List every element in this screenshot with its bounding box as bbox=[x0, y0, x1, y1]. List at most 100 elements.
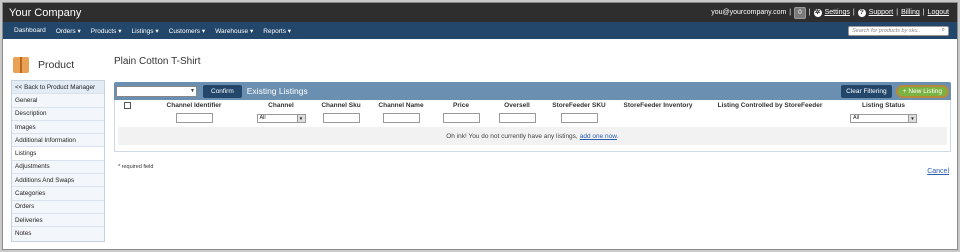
col-channel[interactable]: Channel bbox=[252, 102, 310, 109]
divider: | bbox=[896, 9, 899, 16]
col-channel-name[interactable]: Channel Name bbox=[372, 102, 430, 109]
storefeeder-sku-filter[interactable] bbox=[560, 113, 598, 123]
sidebar-item-notes[interactable]: Notes bbox=[12, 227, 104, 241]
chevron-down-icon: ▼ bbox=[908, 114, 916, 122]
product-search: ⌕ bbox=[848, 25, 949, 36]
gear-icon[interactable]: ✲ bbox=[813, 8, 822, 17]
new-listing-button[interactable]: + New Listing bbox=[895, 84, 949, 98]
nav-menu: Dashboard Orders ▾ Products ▾ Listings ▾… bbox=[9, 27, 296, 35]
filter-cell bbox=[542, 113, 616, 123]
filter-cell: All ▼ bbox=[252, 113, 310, 123]
add-one-now-link[interactable]: add one now bbox=[580, 133, 617, 140]
filter-cell bbox=[372, 113, 430, 123]
divider: | bbox=[808, 9, 811, 16]
col-oversell[interactable]: Oversell bbox=[492, 102, 542, 109]
sidebar-item-deliveries[interactable]: Deliveries bbox=[12, 213, 104, 228]
sidebar-item-categories[interactable]: Categories bbox=[12, 187, 104, 201]
nav-label: Orders bbox=[55, 27, 76, 35]
oversell-filter[interactable] bbox=[498, 113, 536, 123]
caret-down-icon: ▾ bbox=[155, 27, 159, 35]
col-price[interactable]: Price bbox=[430, 102, 492, 109]
channel-sku-filter[interactable] bbox=[322, 113, 360, 123]
notification-badge[interactable]: 0 bbox=[794, 6, 806, 19]
user-email: you@yourcompany.com bbox=[711, 9, 787, 16]
sidebar-title: Product bbox=[38, 59, 75, 71]
filter-cell bbox=[430, 113, 492, 123]
sidebar-item-general[interactable]: General bbox=[12, 94, 104, 108]
empty-state-row: Oh ink! You do not currently have any li… bbox=[118, 127, 947, 145]
grid-filter-row: All ▼ All ▼ bbox=[118, 111, 947, 125]
confirm-button[interactable]: Confirm bbox=[203, 84, 242, 98]
price-filter[interactable] bbox=[442, 113, 480, 123]
caret-down-icon: ▾ bbox=[77, 27, 81, 35]
nav-label: Warehouse bbox=[215, 27, 249, 35]
caret-down-icon: ▾ bbox=[201, 27, 206, 35]
col-channel-identifier[interactable]: Channel Identifier bbox=[136, 102, 252, 109]
billing-link[interactable]: Billing bbox=[901, 9, 920, 16]
toolbar-right: Clear Filtering + New Listing bbox=[841, 84, 949, 98]
sidebar-item-additional-information[interactable]: Additional Information bbox=[12, 134, 104, 148]
nav-label: Listings bbox=[131, 27, 154, 35]
product-box-icon bbox=[13, 57, 29, 73]
bulk-action-select[interactable] bbox=[116, 85, 197, 97]
nav-item-customers[interactable]: Customers ▾ bbox=[164, 27, 211, 35]
new-listing-label: New Listing bbox=[908, 87, 942, 95]
listing-status-filter-select[interactable]: All ▼ bbox=[850, 113, 917, 123]
caret-down-icon: ▾ bbox=[118, 27, 122, 35]
toolbar-left: Confirm Existing Listings bbox=[116, 84, 308, 98]
user-utility-bar: you@yourcompany.com | 0 | ✲ Settings | ?… bbox=[711, 6, 949, 19]
plus-icon: + bbox=[902, 87, 907, 95]
col-listing-controlled[interactable]: Listing Controlled by StoreFeeder bbox=[700, 102, 840, 109]
product-sidebar: Product << Back to Product Manager Gener… bbox=[11, 55, 105, 242]
page-title: Plain Cotton T-Shirt bbox=[114, 56, 201, 67]
nav-label: Reports bbox=[263, 27, 286, 35]
clear-filtering-button[interactable]: Clear Filtering bbox=[841, 84, 892, 98]
required-field-note: * required field bbox=[118, 164, 154, 170]
nav-item-orders[interactable]: Orders ▾ bbox=[51, 27, 86, 35]
app-window: Your Company you@yourcompany.com | 0 | ✲… bbox=[2, 2, 958, 250]
col-channel-sku[interactable]: Channel Sku bbox=[310, 102, 372, 109]
nav-item-reports[interactable]: Reports ▾ bbox=[258, 27, 296, 35]
select-all-checkbox[interactable] bbox=[123, 102, 131, 109]
sidebar-item-additions-and-swaps[interactable]: Additions And Swaps bbox=[12, 174, 104, 188]
grid-header-row: Channel Identifier Channel Channel Sku C… bbox=[118, 100, 947, 111]
col-listing-status[interactable]: Listing Status bbox=[840, 102, 927, 109]
nav-item-dashboard[interactable]: Dashboard bbox=[9, 27, 51, 35]
col-storefeeder-sku[interactable]: StoreFeeder SKU bbox=[542, 102, 616, 109]
filter-cell bbox=[492, 113, 542, 123]
sidebar-item-orders[interactable]: Orders bbox=[12, 200, 104, 214]
nav-label: Customers bbox=[168, 27, 201, 35]
sidebar-item-adjustments[interactable]: Adjustments bbox=[12, 160, 104, 175]
search-icon[interactable]: ⌕ bbox=[942, 27, 945, 34]
cancel-link[interactable]: Cancel bbox=[927, 168, 949, 175]
sidebar-menu: << Back to Product Manager General Descr… bbox=[11, 80, 105, 242]
top-bar: Your Company you@yourcompany.com | 0 | ✲… bbox=[3, 3, 957, 22]
channel-name-filter[interactable] bbox=[382, 113, 420, 123]
listings-toolbar: Confirm Existing Listings Clear Filterin… bbox=[114, 82, 951, 100]
sidebar-item-listings[interactable]: Listings bbox=[12, 147, 104, 161]
sidebar-item-description[interactable]: Description bbox=[12, 107, 104, 121]
channel-filter-select[interactable]: All ▼ bbox=[256, 113, 306, 123]
status-filter-value: All bbox=[853, 115, 860, 121]
logout-link[interactable]: Logout bbox=[928, 9, 949, 16]
col-storefeeder-inventory[interactable]: StoreFeeder Inventory bbox=[616, 102, 700, 109]
divider: | bbox=[922, 9, 925, 16]
empty-message: Oh ink! You do not currently have any li… bbox=[446, 132, 578, 140]
nav-item-listings[interactable]: Listings ▾ bbox=[127, 27, 164, 35]
nav-item-warehouse[interactable]: Warehouse ▾ bbox=[210, 27, 258, 35]
search-input[interactable] bbox=[852, 27, 938, 34]
divider: | bbox=[789, 9, 792, 16]
nav-item-products[interactable]: Products ▾ bbox=[86, 27, 127, 35]
settings-link[interactable]: Settings bbox=[825, 9, 850, 16]
company-brand[interactable]: Your Company bbox=[9, 7, 81, 19]
support-link[interactable]: Support bbox=[869, 9, 894, 16]
nav-label: Dashboard bbox=[14, 26, 46, 34]
help-icon[interactable]: ? bbox=[857, 8, 866, 17]
chevron-down-icon: ▼ bbox=[296, 114, 305, 122]
listings-grid: Channel Identifier Channel Channel Sku C… bbox=[114, 100, 951, 152]
sidebar-item-back[interactable]: << Back to Product Manager bbox=[12, 81, 104, 95]
channel-identifier-filter[interactable] bbox=[175, 113, 213, 123]
filter-cell bbox=[136, 113, 252, 123]
sidebar-item-images[interactable]: Images bbox=[12, 120, 104, 135]
channel-filter-value: All bbox=[259, 115, 266, 121]
